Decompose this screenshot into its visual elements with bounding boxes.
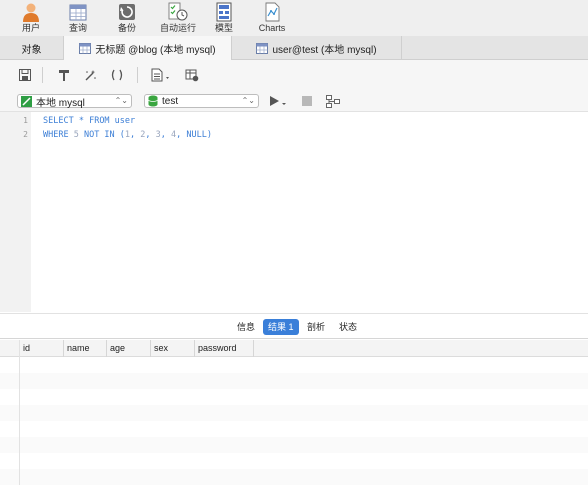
toolbar-divider	[42, 67, 43, 83]
toolbar-backup-button[interactable]: 备份	[103, 0, 151, 36]
code-line-2: WHERE 5 NOT IN (1, 2, 3, 4, NULL)	[43, 130, 212, 140]
empty-row	[0, 357, 588, 373]
query-icon	[79, 42, 92, 54]
empty-row	[0, 373, 588, 389]
editor-toolbar	[0, 60, 588, 90]
database-select-value: test	[162, 95, 179, 107]
connection-icon	[21, 95, 32, 107]
row-header-column	[0, 340, 20, 485]
database-select[interactable]: test ⌃⌄	[144, 94, 259, 108]
query-icon	[69, 4, 87, 21]
line-number: 2	[23, 130, 28, 139]
tab-bar: 对象 无标题 @blog (本地 mysql) user@test (本地 my…	[0, 36, 588, 60]
tab-untitled-query[interactable]: 无标题 @blog (本地 mysql)	[64, 36, 232, 60]
code-comma: ,	[176, 130, 187, 140]
toolbar-model-button[interactable]: 模型	[200, 0, 248, 36]
connection-select[interactable]: 本地 mysql ⌃⌄	[17, 94, 132, 109]
text-dropdown-icon[interactable]	[151, 68, 173, 82]
backup-icon	[119, 4, 135, 20]
tab-user-table-label: user@test (本地 mysql)	[272, 44, 377, 56]
keyword-from: FROM	[89, 116, 110, 126]
stop-button[interactable]	[299, 94, 315, 108]
empty-row	[0, 469, 588, 485]
toolbar-user-button[interactable]: 用户	[7, 0, 55, 36]
empty-row	[0, 405, 588, 421]
code-comma: ,	[160, 130, 172, 140]
tab-objects[interactable]: 对象	[0, 36, 64, 60]
toolbar-automation-label: 自动运行	[159, 23, 196, 33]
tab-result-1[interactable]: 结果 1	[263, 319, 299, 335]
chevron-updown-icon: ⌃⌄	[114, 96, 128, 105]
query-builder-icon[interactable]	[56, 68, 72, 82]
code-table-name: user	[109, 116, 136, 126]
toolbar-query-button[interactable]: 查询	[54, 0, 102, 36]
stop-icon	[302, 96, 312, 106]
code-number: 5	[68, 130, 84, 140]
tab-user-table[interactable]: user@test (本地 mysql)	[232, 36, 402, 60]
toolbar-automation-button[interactable]: 自动运行	[152, 0, 204, 36]
beautify-sql-icon[interactable]	[82, 68, 98, 82]
toolbar-backup-label: 备份	[117, 23, 136, 33]
table-icon	[256, 42, 269, 54]
save-icon[interactable]	[17, 68, 33, 82]
line-number: 1	[23, 116, 28, 125]
code-comma: ,	[145, 130, 156, 140]
toolbar-charts-label: Charts	[258, 23, 286, 33]
code-star: *	[73, 116, 90, 126]
code-line-1: SELECT * FROM user	[43, 116, 135, 126]
empty-row	[0, 453, 588, 469]
toolbar-model-label: 模型	[214, 23, 233, 33]
empty-row	[0, 437, 588, 453]
database-icon	[148, 95, 158, 107]
explain-icon[interactable]	[184, 68, 200, 82]
tab-info[interactable]: 信息	[232, 319, 260, 335]
column-header-name[interactable]: name	[64, 340, 107, 357]
chevron-updown-icon: ⌃⌄	[241, 96, 255, 105]
keyword-not: NOT	[83, 130, 100, 140]
keyword-where: WHERE	[43, 130, 69, 140]
user-icon	[23, 3, 39, 22]
code-snippet-icon[interactable]	[109, 68, 125, 82]
explain-plan-icon	[326, 94, 340, 108]
sql-editor[interactable]: 1 2 SELECT * FROM user WHERE 5 NOT IN (1…	[0, 112, 588, 312]
toolbar-query-label: 查询	[68, 23, 87, 33]
result-grid[interactable]	[0, 357, 588, 485]
column-header-password[interactable]: password	[195, 340, 254, 357]
empty-row	[0, 389, 588, 405]
toolbar-charts-button[interactable]: Charts	[248, 0, 296, 36]
model-icon	[216, 2, 232, 22]
explain-plan-button[interactable]	[325, 94, 341, 108]
grid-header: id name age sex password	[0, 340, 588, 357]
keyword-null: NULL	[186, 130, 207, 140]
column-header-age[interactable]: age	[107, 340, 151, 357]
charts-icon	[265, 2, 280, 22]
empty-row	[0, 421, 588, 437]
column-header-sex[interactable]: sex	[151, 340, 195, 357]
keyword-in: IN	[99, 130, 120, 140]
automation-icon	[168, 2, 188, 21]
code-paren: )	[206, 130, 213, 140]
play-icon	[270, 96, 286, 106]
toolbar-user-label: 用户	[21, 23, 40, 33]
connection-select-value: 本地 mysql	[36, 97, 85, 109]
tab-status[interactable]: 状态	[334, 319, 362, 335]
result-tabs: 信息 结果 1 剖析 状态	[0, 313, 588, 339]
selector-row: 本地 mysql ⌃⌄ test ⌃⌄	[0, 90, 588, 112]
tab-profile[interactable]: 剖析	[302, 319, 330, 335]
main-toolbar: 用户 查询 备份 自动运行 模型 Charts	[0, 0, 588, 36]
line-number-gutter: 1 2	[0, 112, 31, 312]
code-comma: ,	[130, 130, 141, 140]
column-header-id[interactable]: id	[20, 340, 64, 357]
tab-objects-label: 对象	[21, 44, 42, 56]
tab-untitled-query-label: 无标题 @blog (本地 mysql)	[95, 44, 216, 56]
toolbar-divider	[137, 67, 138, 83]
run-button[interactable]	[268, 94, 288, 108]
keyword-select: SELECT	[43, 116, 74, 126]
